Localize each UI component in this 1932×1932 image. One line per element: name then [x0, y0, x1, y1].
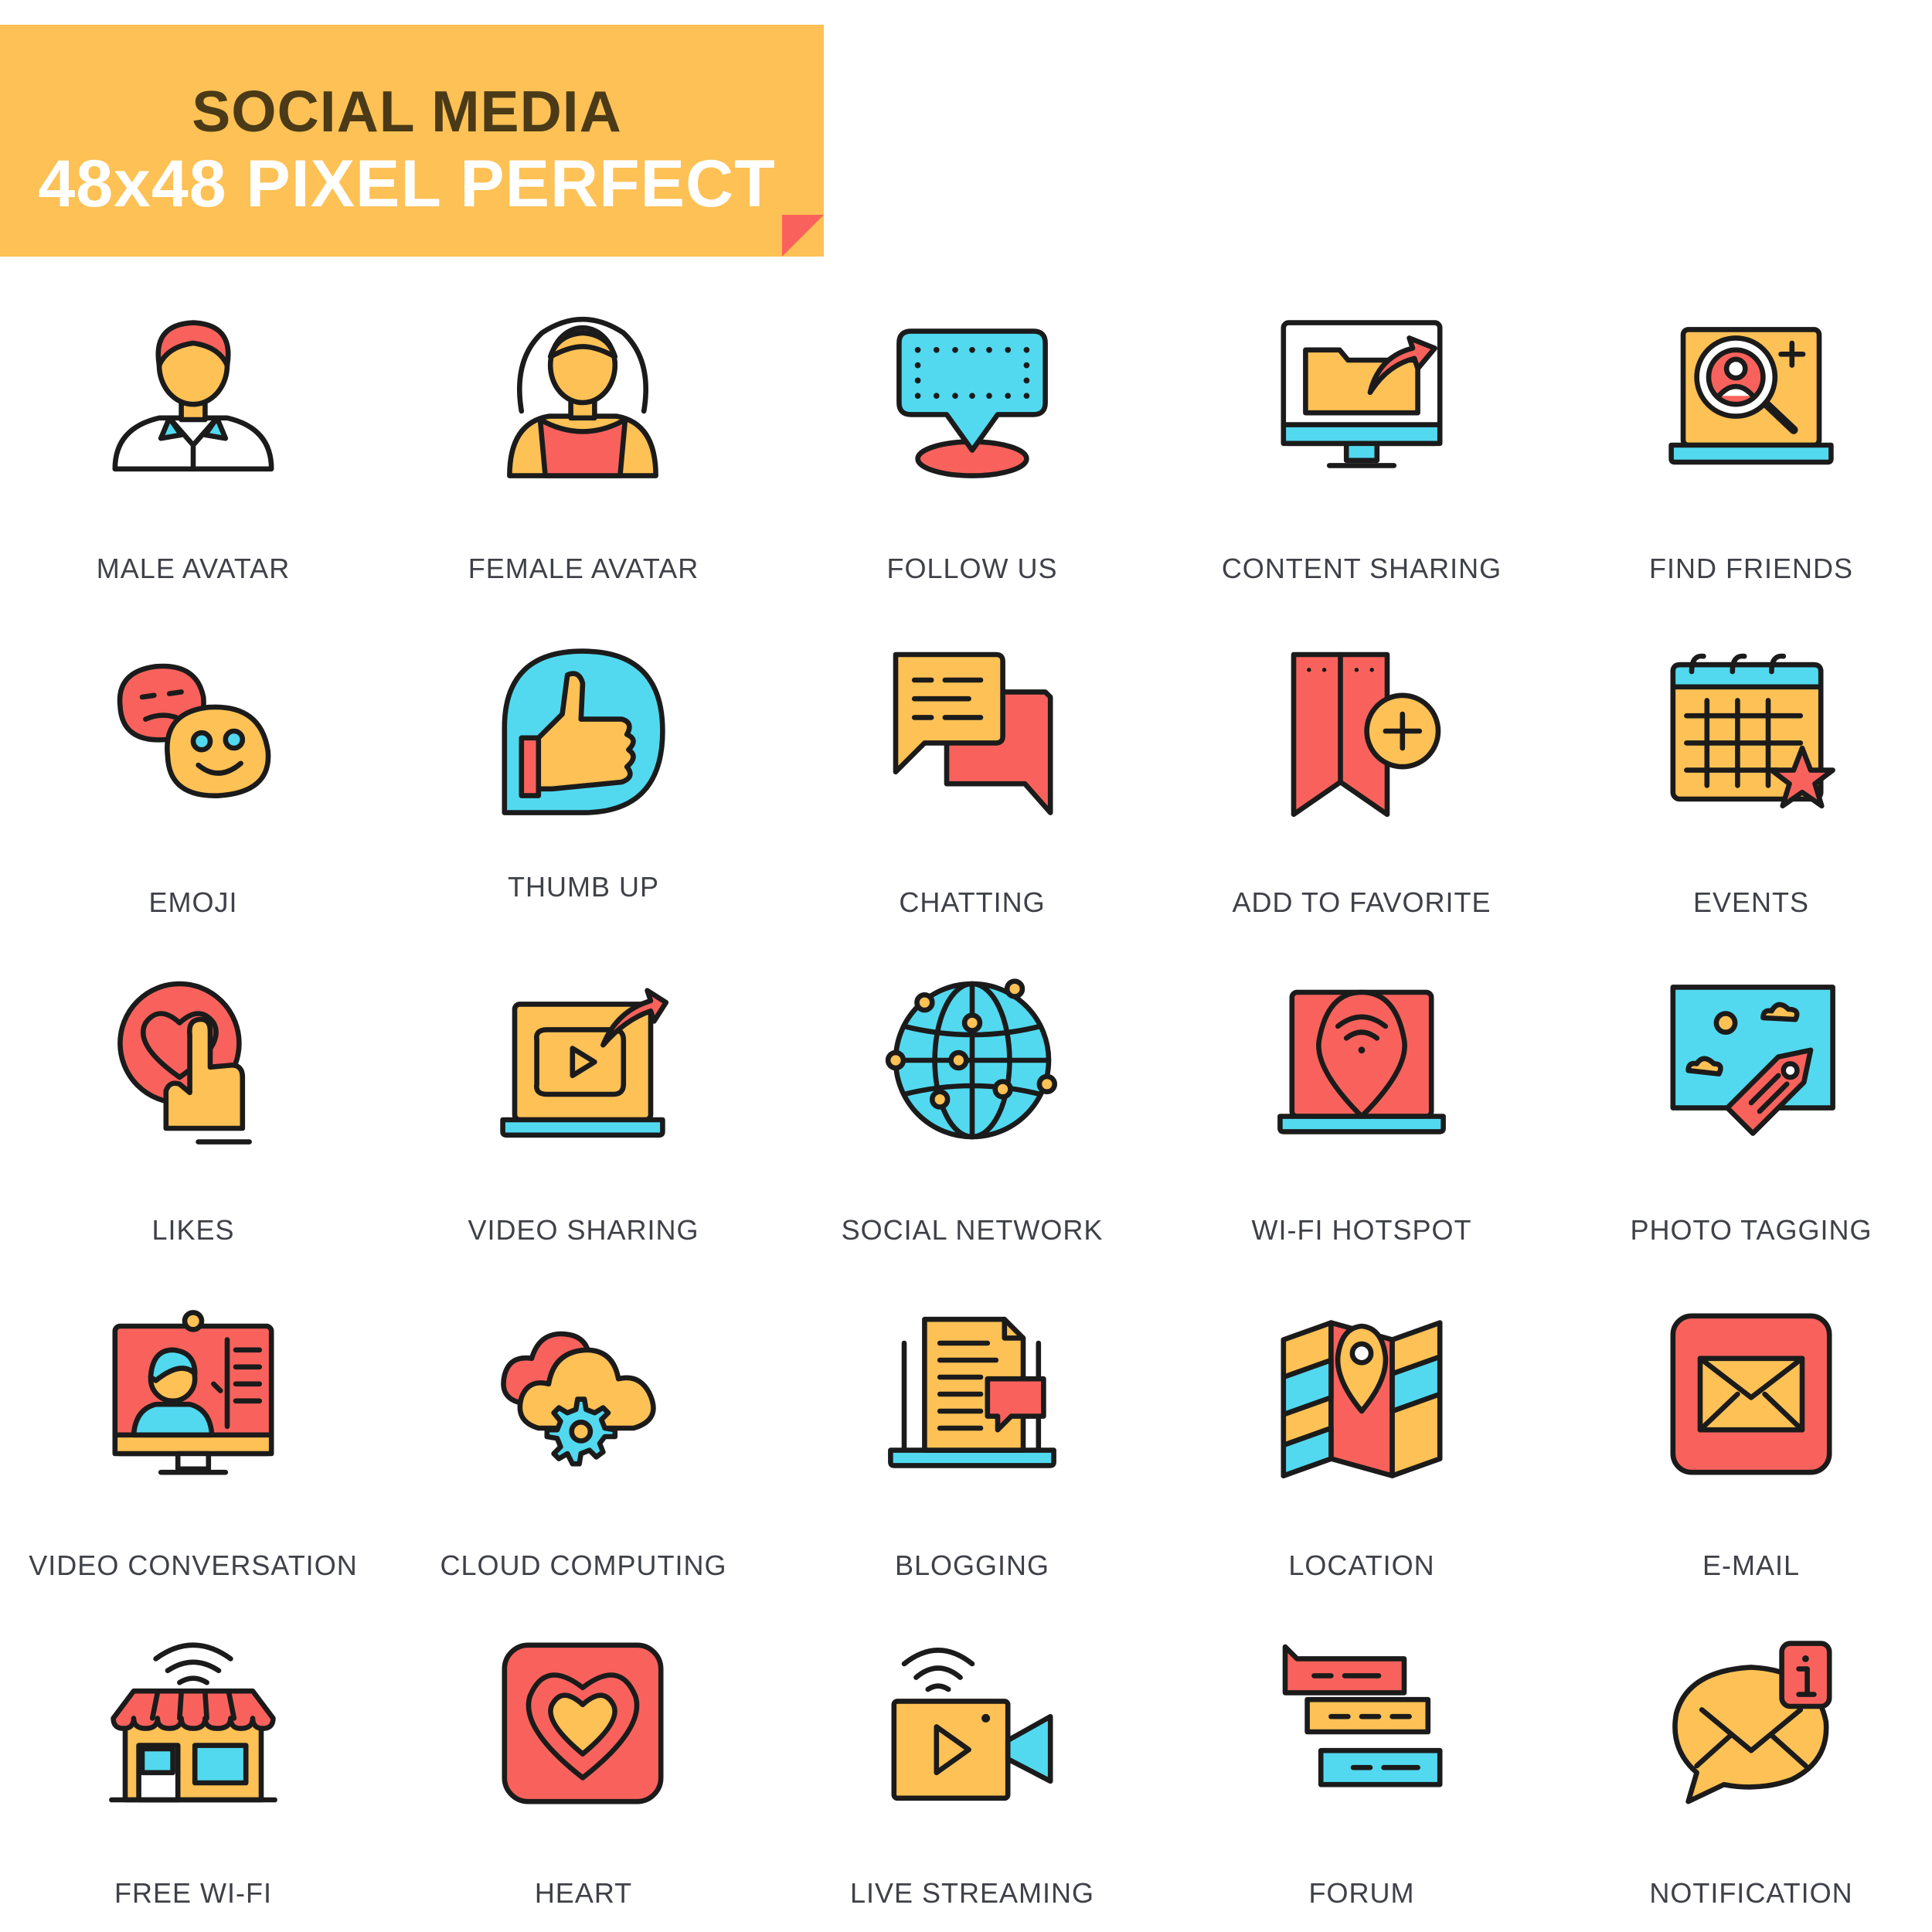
events-icon [1666, 646, 1836, 816]
live-streaming-icon [887, 1638, 1057, 1808]
icon-label: CONTENT SHARING [1221, 553, 1502, 584]
icon-label: SOCIAL NETWORK [841, 1214, 1104, 1246]
icon-label: FIND FRIENDS [1649, 553, 1853, 584]
icon-label: BLOGGING [894, 1549, 1050, 1581]
icon-label: WI-FI HOTSPOT [1251, 1214, 1472, 1246]
cloud-computing-icon [498, 1309, 668, 1479]
icon-label: FORUM [1308, 1877, 1415, 1909]
title-line-2: 48x48 PIXEL PERFECT [38, 147, 776, 221]
icon-label: LIKES [151, 1214, 235, 1246]
icon-label: CLOUD COMPUTING [440, 1549, 727, 1581]
icon-label: FREE WI-FI [114, 1877, 272, 1909]
icon-label: NOTIFICATION [1649, 1877, 1853, 1909]
add-to-favorite-icon [1277, 646, 1447, 818]
follow-us-icon [887, 309, 1057, 479]
social-network-icon [885, 975, 1057, 1145]
photo-tagging-icon [1666, 975, 1836, 1145]
female-avatar-icon [498, 309, 668, 479]
free-wifi-icon [108, 1638, 278, 1808]
content-sharing-icon [1277, 309, 1447, 479]
icon-label: LOCATION [1288, 1549, 1435, 1581]
blogging-icon [887, 1309, 1057, 1479]
icon-label: EMOJI [148, 886, 238, 918]
icon-label: CHATTING [899, 886, 1046, 918]
male-avatar-icon [108, 309, 278, 479]
icon-label: FEMALE AVATAR [468, 553, 699, 584]
chatting-icon [887, 646, 1057, 816]
location-icon [1277, 1309, 1447, 1479]
icon-label: E-MAIL [1702, 1549, 1801, 1581]
icon-label: HEART [534, 1877, 633, 1909]
find-friends-icon [1666, 309, 1836, 479]
heart-icon [498, 1638, 668, 1808]
icon-label: THUMB UP [508, 871, 659, 903]
email-icon [1666, 1309, 1836, 1479]
icon-label: VIDEO SHARING [468, 1214, 699, 1246]
icon-label: MALE AVATAR [96, 553, 291, 584]
icon-label: EVENTS [1692, 886, 1810, 918]
video-sharing-icon [498, 975, 669, 1145]
emoji-icon [108, 646, 278, 816]
wifi-hotspot-icon [1277, 975, 1447, 1145]
likes-icon [108, 975, 278, 1145]
title-line-1: SOCIAL MEDIA [192, 79, 622, 144]
icon-label: VIDEO CONVERSATION [29, 1549, 358, 1581]
icon-label: LIVE STREAMING [849, 1877, 1095, 1909]
icon-label: FOLLOW US [886, 553, 1058, 584]
icon-label: PHOTO TAGGING [1630, 1214, 1872, 1246]
forum-icon [1277, 1638, 1447, 1808]
thumb-up-icon [498, 646, 668, 816]
icon-label: ADD TO FAVORITE [1232, 886, 1492, 918]
video-conversation-icon [108, 1309, 278, 1479]
banner-fold-corner [782, 215, 824, 257]
notification-icon [1666, 1638, 1836, 1808]
